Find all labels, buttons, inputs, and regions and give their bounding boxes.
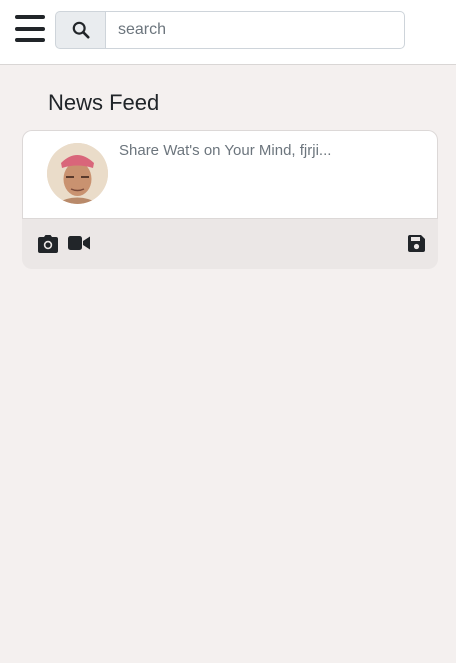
search-icon (72, 21, 90, 39)
post-composer-card: Share Wat's on Your Mind, fjrji... (22, 130, 438, 269)
post-input[interactable]: Share Wat's on Your Mind, fjrji... (119, 142, 331, 159)
top-navbar (0, 0, 456, 65)
search-input[interactable] (105, 11, 405, 49)
floppy-disk-save-icon[interactable] (408, 235, 425, 252)
avatar-image (47, 143, 108, 204)
search-button[interactable] (55, 11, 105, 49)
menu-bar-line (15, 15, 45, 19)
post-actions-bar (22, 219, 438, 269)
menu-bar-line (15, 26, 45, 31)
hamburger-menu-icon[interactable] (15, 15, 45, 42)
search-group (55, 11, 405, 49)
avatar[interactable] (47, 143, 108, 204)
post-composer-body: Share Wat's on Your Mind, fjrji... (22, 130, 438, 219)
camera-icon[interactable] (38, 235, 58, 253)
menu-bar-line (15, 38, 45, 42)
page-title: News Feed (48, 90, 160, 115)
video-camera-icon[interactable] (68, 235, 90, 251)
